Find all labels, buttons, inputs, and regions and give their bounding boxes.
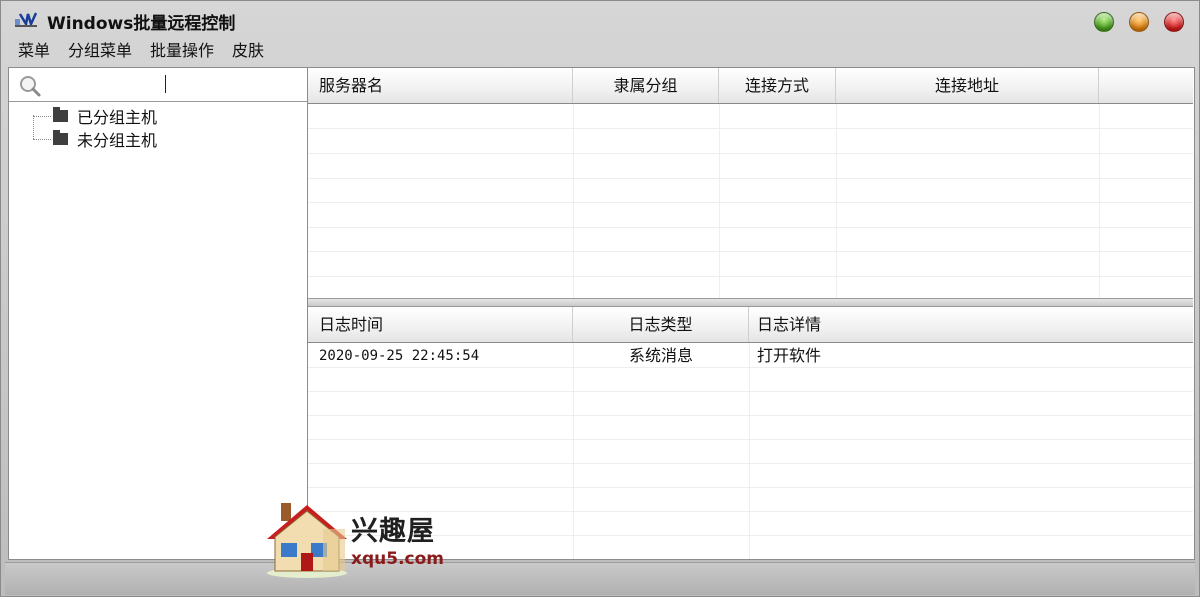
menu-skin[interactable]: 皮肤: [223, 39, 273, 65]
folder-icon: [53, 130, 68, 145]
menu-group[interactable]: 分组菜单: [59, 39, 141, 65]
minimize-button[interactable]: [1129, 12, 1149, 32]
log-type-cell: 系统消息: [628, 346, 693, 365]
column-header-group[interactable]: 隶属分组: [573, 68, 719, 103]
tree-node-ungrouped-hosts[interactable]: 未分组主机: [33, 128, 157, 150]
column-header-log-time[interactable]: 日志时间: [308, 307, 573, 342]
watermark-url: xqu5.com: [351, 549, 444, 569]
menu-main[interactable]: 菜单: [9, 39, 59, 65]
column-header-log-detail[interactable]: 日志详情: [749, 307, 1193, 342]
content-panel: 服务器名 隶属分组 连接方式 连接地址 日志时间 日志类型 日志详情 2020-…: [308, 67, 1195, 560]
title-bar[interactable]: Windows批量远程控制: [1, 1, 1199, 37]
menu-batch-operation[interactable]: 批量操作: [141, 39, 223, 65]
window-title: Windows批量远程控制: [47, 14, 236, 34]
house-logo-icon: [267, 503, 347, 578]
column-header-log-type[interactable]: 日志类型: [573, 307, 749, 342]
servers-table[interactable]: 服务器名 隶属分组 连接方式 连接地址: [308, 68, 1193, 298]
log-table-header: 日志时间 日志类型 日志详情: [308, 307, 1193, 343]
search-box: [9, 68, 307, 102]
watermark: 兴趣屋 xqu5.com: [263, 499, 453, 581]
search-input[interactable]: [49, 72, 303, 98]
remote-desktop-app-icon: [15, 12, 37, 27]
tree-node-label: 未分组主机: [77, 131, 158, 150]
search-icon: [20, 76, 41, 97]
app-window: Windows批量远程控制 菜单 分组菜单 批量操作 皮肤 已分组主机 未分组主…: [0, 0, 1200, 597]
panel-splitter[interactable]: [308, 298, 1193, 307]
column-header-connection-method[interactable]: 连接方式: [719, 68, 836, 103]
log-detail-cell: 打开软件: [757, 346, 822, 365]
folder-icon: [53, 107, 68, 122]
column-header-server-name[interactable]: 服务器名: [308, 68, 573, 103]
column-header-connection-address[interactable]: 连接地址: [836, 68, 1099, 103]
log-time-cell: 2020-09-25 22:45:54: [319, 348, 480, 364]
close-button[interactable]: [1164, 12, 1184, 32]
tree-node-grouped-hosts[interactable]: 已分组主机: [33, 105, 157, 127]
tree-node-label: 已分组主机: [77, 108, 158, 127]
servers-table-header: 服务器名 隶属分组 连接方式 连接地址: [308, 68, 1193, 104]
host-tree-panel: 已分组主机 未分组主机: [8, 67, 308, 560]
text-caret: [165, 75, 166, 93]
watermark-title: 兴趣屋: [351, 516, 435, 547]
maximize-button[interactable]: [1094, 12, 1114, 32]
status-bar: [5, 562, 1195, 595]
host-tree: 已分组主机 未分组主机: [9, 102, 307, 542]
column-header-filler: [1099, 68, 1193, 103]
menu-bar: 菜单 分组菜单 批量操作 皮肤: [9, 39, 273, 65]
